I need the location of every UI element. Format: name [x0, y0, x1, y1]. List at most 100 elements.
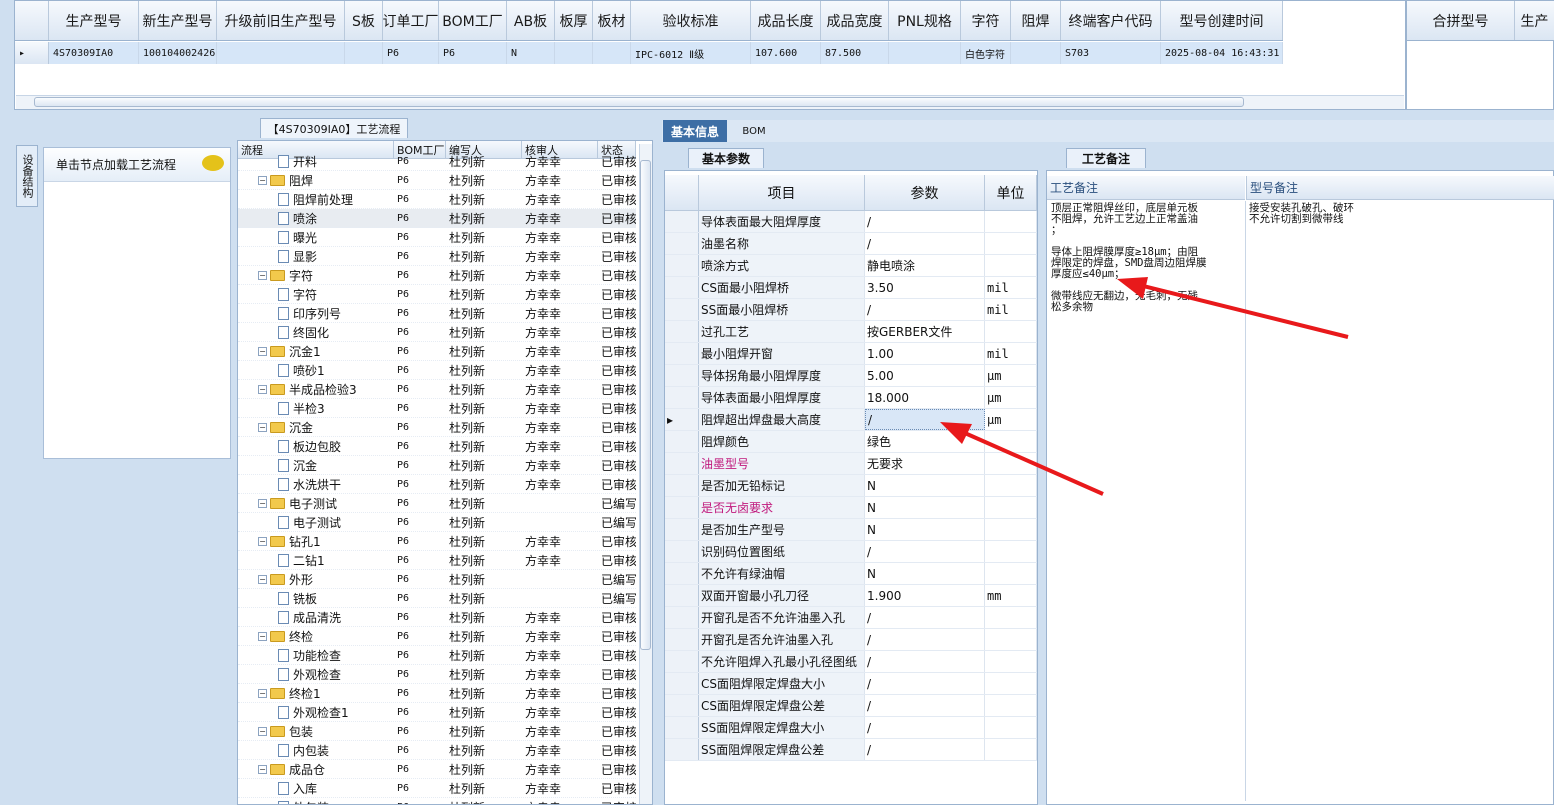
cell-6[interactable]: N [507, 42, 555, 64]
tab-basic-info[interactable]: 基本信息 [663, 120, 727, 142]
flow-row[interactable]: 外观检查 P6 杜列新 方幸幸 已审核 [238, 665, 636, 684]
tab-basic-params[interactable]: 基本参数 [688, 148, 764, 168]
col-header-13[interactable]: 字符 [961, 1, 1011, 40]
cell-5[interactable]: P6 [439, 42, 507, 64]
flow-row[interactable]: 外观检查1 P6 杜列新 方幸幸 已审核 [238, 703, 636, 722]
cell-11[interactable]: 87.500 [821, 42, 889, 64]
collapse-icon[interactable]: − [258, 726, 267, 736]
flow-row[interactable]: 曝光 P6 杜列新 方幸幸 已审核 [238, 228, 636, 247]
param-value[interactable]: 5.00 [865, 365, 985, 386]
col-header-15[interactable]: 终端客户代码 [1061, 1, 1161, 40]
cell-4[interactable]: P6 [383, 42, 439, 64]
param-row[interactable]: 是否无卤要求 N [665, 497, 1037, 519]
flow-row[interactable]: − 半成品检验3 P6 杜列新 方幸幸 已审核 [238, 380, 636, 399]
param-row[interactable]: SS面阻焊限定焊盘大小 / [665, 717, 1037, 739]
flow-row[interactable]: − 沉金 P6 杜列新 方幸幸 已审核 [238, 418, 636, 437]
param-value[interactable]: / [865, 211, 985, 232]
param-row[interactable]: CS面最小阻焊桥 3.50 mil [665, 277, 1037, 299]
flow-row[interactable]: 喷涂 P6 杜列新 方幸幸 已审核 [238, 209, 636, 228]
param-row[interactable]: CS面阻焊限定焊盘公差 / [665, 695, 1037, 717]
col-header-4[interactable]: 订单工厂 [383, 1, 439, 40]
merged-model-grid[interactable]: 合拼型号 生产 [1406, 0, 1554, 110]
model-notes-text[interactable]: 接受安装孔破孔、破环 不允许切割到微带线 [1249, 203, 1549, 225]
flow-row[interactable]: − 字符 P6 杜列新 方幸幸 已审核 [238, 266, 636, 285]
params-grid[interactable]: 项目 参数 单位 导体表面最大阻焊厚度 / 油墨名称 / 喷涂方式 静电喷涂 C… [664, 170, 1038, 805]
param-value[interactable]: / [865, 541, 985, 562]
collapse-icon[interactable]: − [258, 574, 267, 584]
flow-row[interactable]: 铣板 P6 杜列新 已编写 [238, 589, 636, 608]
param-value[interactable]: N [865, 497, 985, 518]
col-header-14[interactable]: 阻焊 [1011, 1, 1061, 40]
flow-row[interactable]: − 终检 P6 杜列新 方幸幸 已审核 [238, 627, 636, 646]
model-grid-hscroll-thumb[interactable] [34, 97, 1244, 107]
process-flow-tree[interactable]: 流程 BOM工厂 编写人 核审人 状态 开料 P6 杜列新 方幸幸 已审核 − 阻焊 P6… [237, 140, 653, 805]
tab-bom[interactable]: BOM [734, 120, 774, 142]
col-header-3[interactable]: S板 [345, 1, 383, 40]
param-value[interactable]: 1.00 [865, 343, 985, 364]
tab-craft-notes[interactable]: 工艺备注 [1066, 148, 1146, 168]
flow-row[interactable]: 开料 P6 杜列新 方幸幸 已审核 [238, 152, 636, 171]
param-value[interactable]: 18.000 [865, 387, 985, 408]
cell-7[interactable] [555, 42, 593, 64]
flow-row[interactable]: − 终检1 P6 杜列新 方幸幸 已审核 [238, 684, 636, 703]
flow-row[interactable]: − 外形 P6 杜列新 已编写 [238, 570, 636, 589]
param-value[interactable]: / [865, 629, 985, 650]
param-value[interactable]: N [865, 475, 985, 496]
flow-row[interactable]: 阻焊前处理 P6 杜列新 方幸幸 已审核 [238, 190, 636, 209]
param-row[interactable]: SS面阻焊限定焊盘公差 / [665, 739, 1037, 761]
col-header-1[interactable]: 新生产型号 [139, 1, 217, 40]
param-value[interactable]: / [865, 409, 985, 430]
param-row[interactable]: 喷涂方式 静电喷涂 [665, 255, 1037, 277]
param-row[interactable]: 过孔工艺 按GERBER文件 [665, 321, 1037, 343]
collapse-icon[interactable]: − [258, 688, 267, 698]
param-row[interactable]: 开窗孔是否不允许油墨入孔 / [665, 607, 1037, 629]
param-value[interactable]: N [865, 563, 985, 584]
model-grid-row-selected[interactable]: ▸4S70309IA010010400242622P6P6NIPC-6012 Ⅱ… [15, 42, 1283, 64]
param-value[interactable]: / [865, 607, 985, 628]
param-row[interactable]: 不允许有绿油帽 N [665, 563, 1037, 585]
collapse-icon[interactable]: − [258, 631, 267, 641]
cell-2[interactable] [217, 42, 345, 64]
flow-row[interactable]: 印序列号 P6 杜列新 方幸幸 已审核 [238, 304, 636, 323]
craft-notes-text[interactable]: 顶层正常阻焊丝印，底层单元板 不阻焊，允许工艺边上正常盖油 ； 导体上阻焊膜厚度… [1051, 203, 1237, 313]
flow-row[interactable]: − 成品仓 P6 杜列新 方幸幸 已审核 [238, 760, 636, 779]
param-value[interactable]: N [865, 519, 985, 540]
flow-row[interactable]: 水洗烘干 P6 杜列新 方幸幸 已审核 [238, 475, 636, 494]
param-value[interactable]: 无要求 [865, 453, 985, 474]
cell-13[interactable]: 白色字符 [961, 42, 1011, 64]
flow-row[interactable]: 板边包胶 P6 杜列新 方幸幸 已审核 [238, 437, 636, 456]
param-value[interactable]: 静电喷涂 [865, 255, 985, 276]
flow-row[interactable]: 电子测试 P6 杜列新 已编写 [238, 513, 636, 532]
flow-row[interactable]: − 阻焊 P6 杜列新 方幸幸 已审核 [238, 171, 636, 190]
cell-0[interactable]: 4S70309IA0 [49, 42, 139, 64]
param-row[interactable]: 不允许阻焊入孔最小孔径图纸 / [665, 651, 1037, 673]
cell-14[interactable] [1011, 42, 1061, 64]
flow-row[interactable]: 外包装 P6 杜列新 方幸幸 已审核 [238, 798, 636, 804]
col-header-16[interactable]: 型号创建时间 [1161, 1, 1283, 40]
cell-9[interactable]: IPC-6012 Ⅱ级 [631, 42, 751, 64]
collapse-icon[interactable]: − [258, 175, 267, 185]
collapse-icon[interactable]: − [258, 346, 267, 356]
flow-row[interactable]: 半检3 P6 杜列新 方幸幸 已审核 [238, 399, 636, 418]
col-value[interactable]: 参数 [865, 175, 985, 210]
flow-row[interactable]: 终固化 P6 杜列新 方幸幸 已审核 [238, 323, 636, 342]
param-row[interactable]: SS面最小阻焊桥 / mil [665, 299, 1037, 321]
param-row[interactable]: 油墨型号 无要求 [665, 453, 1037, 475]
param-row[interactable]: 油墨名称 / [665, 233, 1037, 255]
param-value[interactable]: / [865, 695, 985, 716]
col-header-12[interactable]: PNL规格 [889, 1, 961, 40]
col-header-9[interactable]: 验收标准 [631, 1, 751, 40]
param-row[interactable]: 是否加生产型号 N [665, 519, 1037, 541]
col-header-8[interactable]: 板材 [593, 1, 631, 40]
param-row[interactable]: CS面阻焊限定焊盘大小 / [665, 673, 1037, 695]
param-value[interactable]: 绿色 [865, 431, 985, 452]
param-row[interactable]: 双面开窗最小孔刀径 1.900 mm [665, 585, 1037, 607]
flow-row[interactable]: 喷砂1 P6 杜列新 方幸幸 已审核 [238, 361, 636, 380]
collapse-icon[interactable]: − [258, 422, 267, 432]
collapse-icon[interactable]: − [258, 536, 267, 546]
cell-3[interactable] [345, 42, 383, 64]
flow-row[interactable]: 字符 P6 杜列新 方幸幸 已审核 [238, 285, 636, 304]
col-header-10[interactable]: 成品长度 [751, 1, 821, 40]
cell-8[interactable] [593, 42, 631, 64]
param-value[interactable]: / [865, 717, 985, 738]
